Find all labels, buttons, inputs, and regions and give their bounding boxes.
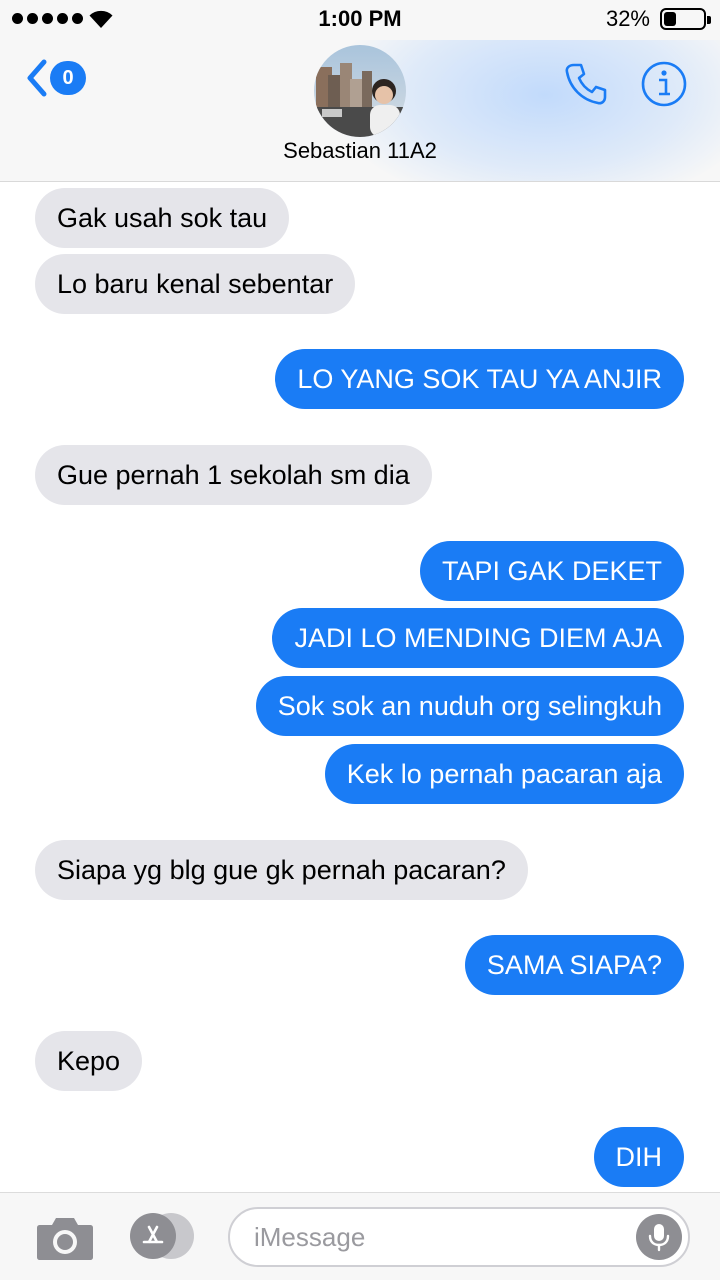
battery-fill [664,12,676,26]
outgoing-message-bubble[interactable]: LO YANG SOK TAU YA ANJIR [275,349,684,409]
outgoing-message-bubble[interactable]: DIH [593,1127,684,1187]
outgoing-message-bubble[interactable]: SAMA SIAPA? [464,935,684,995]
message-thread[interactable]: Gak usah sok tau Lo baru kenal sebentar … [0,182,720,1192]
microphone-icon [648,1224,670,1252]
app-store-icon [130,1213,176,1259]
incoming-message-bubble[interactable]: Kepo [35,1031,143,1091]
battery-percentage: 32% [605,6,650,31]
back-button[interactable]: 0 [26,58,86,98]
message-input[interactable] [254,1215,624,1259]
phone-icon[interactable] [562,60,610,108]
outgoing-message-bubble[interactable]: Kek lo pernah pacaran aja [324,744,684,804]
dictation-button[interactable] [636,1214,682,1260]
contact-avatar[interactable] [314,45,406,137]
app-store-button[interactable] [130,1213,196,1259]
incoming-message-bubble[interactable]: Siapa yg blg gue gk pernah pacaran? [35,840,528,900]
outgoing-message-bubble[interactable]: Sok sok an nuduh org selingkuh [255,676,684,736]
incoming-message-bubble[interactable]: Gak usah sok tau [35,188,290,248]
avatar-photo [314,45,406,137]
chevron-left-icon [27,59,47,97]
battery-icon [660,8,711,30]
outgoing-message-bubble[interactable]: TAPI GAK DEKET [419,541,684,601]
conversation-header: 0 Sebastian 11A2 [0,40,720,182]
camera-icon[interactable] [36,1215,94,1261]
status-bar: 1:00 PM 32% [0,0,720,40]
info-icon[interactable] [640,60,688,108]
compose-bar [0,1192,720,1280]
contact-name[interactable]: Sebastian 11A2 [0,138,720,164]
outgoing-message-bubble[interactable]: JADI LO MENDING DIEM AJA [272,608,684,668]
unread-count-badge: 0 [50,61,86,95]
incoming-message-bubble[interactable]: Lo baru kenal sebentar [35,254,356,314]
incoming-message-bubble[interactable]: Gue pernah 1 sekolah sm dia [35,445,432,505]
message-field[interactable] [228,1207,690,1267]
